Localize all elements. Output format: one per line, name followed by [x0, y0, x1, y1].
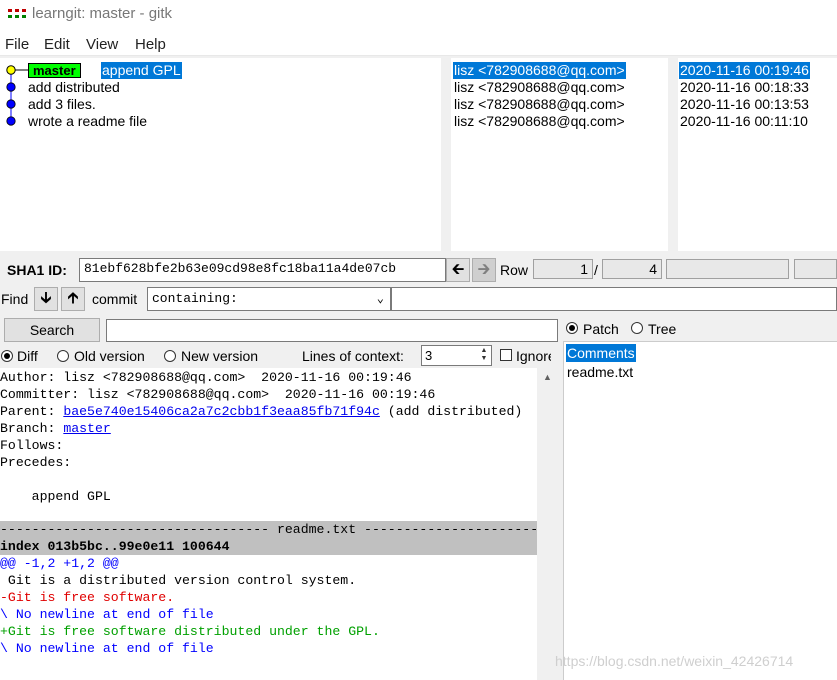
commit-author-row[interactable]: lisz <782908688@qq.com> — [454, 79, 625, 96]
diff-branch-line: Branch: master — [0, 420, 537, 437]
patch-radio[interactable] — [566, 322, 578, 334]
diff-no-newline-line: \ No newline at end of file — [0, 607, 214, 622]
commit-date-row[interactable]: 2020-11-16 00:18:33 — [680, 79, 809, 96]
branch-tag-master[interactable]: master — [28, 63, 81, 78]
commit-dot — [6, 99, 16, 109]
find-type-label: commit — [92, 291, 138, 307]
old-version-radio[interactable] — [57, 350, 69, 362]
patch-label: Patch — [583, 321, 619, 337]
ignore-space-label: Ignore space change — [516, 348, 551, 364]
search-input[interactable] — [106, 319, 558, 342]
diff-hunk-header: @@ -1,2 +1,2 @@ — [0, 556, 119, 571]
diff-removed-line: -Git is free software. — [0, 590, 175, 605]
diff-parent-line: Parent: bae5e740e15406ca2a7c2cbb1f3eaa85… — [0, 403, 537, 420]
tree-radio[interactable] — [631, 322, 643, 334]
diff-file-header: ---------------------------------- readm… — [0, 521, 537, 538]
commit-message-row[interactable]: add distributed — [28, 79, 120, 96]
gitk-app-icon — [8, 9, 26, 18]
lines-of-context-value: 3 — [425, 348, 433, 363]
forward-button[interactable]: 🡲 — [472, 258, 496, 282]
diff-scrollbar[interactable]: ▲ — [537, 368, 559, 680]
diff-context-line: Git is a distributed version control sys… — [0, 573, 357, 588]
chevron-down-icon: ⌄ — [376, 292, 384, 306]
commit-message-row[interactable]: add 3 files. — [28, 96, 96, 113]
commit-message-row[interactable]: append GPL — [101, 62, 182, 79]
old-version-label: Old version — [74, 348, 145, 364]
sha1-id-field[interactable]: 81ebf628bfe2b63e09cd98e8fc18ba11a4de07cb — [79, 258, 446, 282]
diff-commit-message: append GPL — [0, 489, 111, 504]
commit-graph-lines — [6, 65, 28, 126]
row-separator: / — [594, 262, 598, 278]
scroll-up-icon[interactable]: ▲ — [543, 372, 552, 382]
file-list-item-readme[interactable]: readme.txt — [566, 363, 634, 381]
status-field — [794, 259, 837, 279]
arrow-down-icon: 🡳 — [40, 290, 52, 307]
commit-author-row[interactable]: lisz <782908688@qq.com> — [454, 96, 625, 113]
lines-of-context-label: Lines of context: — [302, 348, 404, 364]
parent-suffix: (add distributed) — [379, 404, 523, 419]
commit-dot — [6, 82, 16, 92]
menu-file[interactable]: File — [5, 36, 29, 53]
find-next-button[interactable]: 🡳 — [34, 287, 58, 311]
arrow-up-icon: 🡱 — [67, 290, 79, 307]
row-label: Row — [500, 262, 529, 278]
commit-message-row[interactable]: wrote a readme file — [28, 113, 147, 130]
diff-label: Diff — [17, 348, 38, 364]
find-prev-button[interactable]: 🡱 — [61, 287, 85, 311]
find-input[interactable] — [391, 287, 837, 311]
watermark-text: https://blog.csdn.net/weixin_42426714 — [555, 653, 794, 669]
spinner-arrows-icon[interactable]: ▲ ▼ — [478, 347, 490, 364]
menu-edit[interactable]: Edit — [44, 36, 70, 53]
window-title: learngit: master - gitk — [32, 5, 173, 22]
commit-author-row[interactable]: lisz <782908688@qq.com> — [453, 62, 626, 79]
diff-author-line: Author: lisz <782908688@qq.com> 2020-11-… — [0, 370, 412, 385]
find-label: Find — [1, 291, 29, 307]
head-commit-dot — [6, 65, 16, 75]
menu-view[interactable]: View — [86, 36, 118, 53]
parent-hash-link[interactable]: bae5e740e15406ca2a7c2cbb1f3eaa85fb71f94c — [63, 404, 380, 419]
diff-precedes-line: Precedes: — [0, 455, 72, 470]
branch-link[interactable]: master — [63, 421, 110, 436]
search-button[interactable]: Search — [4, 318, 100, 342]
diff-committer-line: Committer: lisz <782908688@qq.com> 2020-… — [0, 387, 436, 402]
commit-author-pane[interactable]: lisz <782908688@qq.com> lisz <782908688@… — [451, 58, 668, 251]
menu-bar: File Edit View Help — [0, 30, 837, 56]
progress-bar — [666, 259, 789, 279]
file-list-item-comments[interactable]: Comments — [566, 344, 636, 362]
menu-help[interactable]: Help — [135, 36, 166, 53]
file-list-pane[interactable]: Comments readme.txt — [563, 341, 837, 680]
find-mode-value: containing: — [152, 291, 238, 306]
parent-label: Parent: — [0, 404, 64, 419]
diff-follows-line: Follows: — [0, 438, 64, 453]
row-total-field: 4 — [602, 259, 662, 279]
commit-dot — [6, 116, 16, 126]
ignore-space-checkbox[interactable] — [500, 349, 512, 361]
tree-label: Tree — [648, 321, 677, 337]
new-version-label: New version — [181, 348, 259, 364]
branch-label: Branch: — [0, 421, 64, 436]
commit-date-row[interactable]: 2020-11-16 00:13:53 — [680, 96, 809, 113]
sha1-label: SHA1 ID: — [7, 262, 67, 278]
arrow-left-icon: 🡰 — [451, 261, 465, 278]
commit-date-pane[interactable]: 2020-11-16 00:19:46 2020-11-16 00:18:33 … — [678, 58, 837, 251]
commit-graph-pane[interactable]: master append GPL add distributed add 3 … — [0, 58, 441, 251]
arrow-right-icon: 🡲 — [477, 261, 491, 278]
diff-index-line: index 013b5bc..99e0e11 100644 — [0, 538, 537, 555]
commit-date-row[interactable]: 2020-11-16 00:11:10 — [680, 113, 808, 130]
commit-author-row[interactable]: lisz <782908688@qq.com> — [454, 113, 625, 130]
lines-of-context-spinbox[interactable]: 3 ▲ ▼ — [421, 345, 492, 366]
find-mode-select[interactable]: containing: ⌄ — [147, 287, 391, 311]
back-button[interactable]: 🡰 — [446, 258, 470, 282]
diff-radio[interactable] — [1, 350, 13, 362]
diff-view[interactable]: Author: lisz <782908688@qq.com> 2020-11-… — [0, 368, 537, 680]
commit-date-row[interactable]: 2020-11-16 00:19:46 — [679, 62, 810, 79]
diff-added-line: +Git is free software distributed under … — [0, 624, 380, 639]
new-version-radio[interactable] — [164, 350, 176, 362]
row-current-field: 1 — [533, 259, 593, 279]
diff-no-newline-line: \ No newline at end of file — [0, 641, 214, 656]
